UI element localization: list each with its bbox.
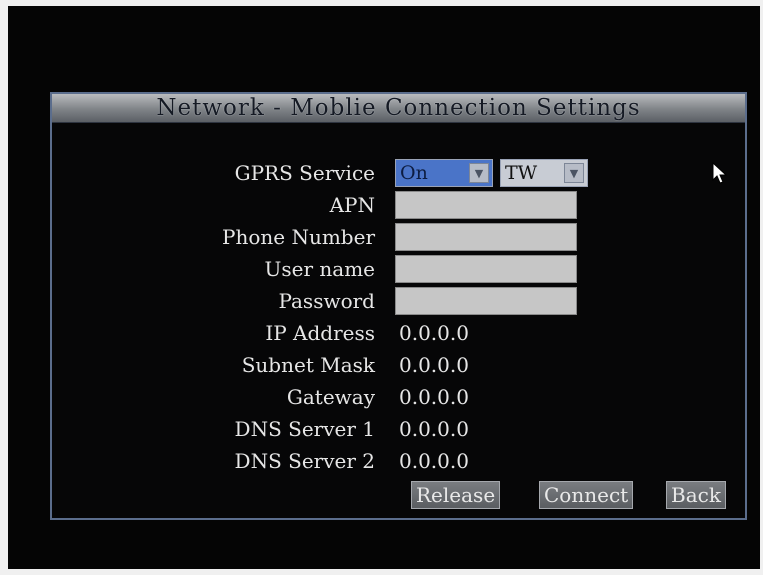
gprs-region-select[interactable]: TW ▼ <box>500 159 588 187</box>
apn-row: APN <box>52 191 745 219</box>
monitor-screen: Network - Moblie Connection Settings GPR… <box>8 6 760 569</box>
gprs-region-value: TW <box>505 162 538 184</box>
user-name-label: User name <box>264 257 375 281</box>
dns-server-1-label: DNS Server 1 <box>234 417 375 441</box>
mobile-connection-dialog: Network - Moblie Connection Settings GPR… <box>50 92 747 520</box>
gprs-service-row: GPRS Service On ▼ TW ▼ <box>52 159 745 187</box>
connect-button[interactable]: Connect <box>539 481 634 509</box>
phone-number-input[interactable] <box>395 223 577 251</box>
dns-server-1-value: 0.0.0.0 <box>399 417 469 441</box>
action-buttons-row: Release Connect Back <box>52 481 745 509</box>
user-name-row: User name <box>52 255 745 283</box>
password-row: Password <box>52 287 745 315</box>
phone-number-row: Phone Number <box>52 223 745 251</box>
phone-number-label: Phone Number <box>222 225 375 249</box>
dialog-title: Network - Moblie Connection Settings <box>156 95 641 121</box>
back-button[interactable]: Back <box>666 481 726 509</box>
gprs-service-value: On <box>400 162 428 184</box>
user-name-input[interactable] <box>395 255 577 283</box>
release-button[interactable]: Release <box>411 481 501 509</box>
password-label: Password <box>278 289 375 313</box>
subnet-mask-row: Subnet Mask 0.0.0.0 <box>52 351 745 379</box>
gateway-value: 0.0.0.0 <box>399 385 469 409</box>
dns-server-2-value: 0.0.0.0 <box>399 449 469 473</box>
dns-server-2-label: DNS Server 2 <box>234 449 375 473</box>
gateway-row: Gateway 0.0.0.0 <box>52 383 745 411</box>
chevron-down-icon: ▼ <box>469 163 489 183</box>
ip-address-row: IP Address 0.0.0.0 <box>52 319 745 347</box>
chevron-down-icon: ▼ <box>564 163 584 183</box>
gateway-label: Gateway <box>286 385 375 409</box>
password-input[interactable] <box>395 287 577 315</box>
subnet-mask-label: Subnet Mask <box>241 353 375 377</box>
gprs-service-select[interactable]: On ▼ <box>395 159 493 187</box>
apn-input[interactable] <box>395 191 577 219</box>
dns-server-1-row: DNS Server 1 0.0.0.0 <box>52 415 745 443</box>
gprs-service-label: GPRS Service <box>234 161 375 185</box>
ip-address-value: 0.0.0.0 <box>399 321 469 345</box>
dialog-titlebar: Network - Moblie Connection Settings <box>52 94 745 123</box>
ip-address-label: IP Address <box>265 321 375 345</box>
apn-label: APN <box>329 193 375 217</box>
dns-server-2-row: DNS Server 2 0.0.0.0 <box>52 447 745 475</box>
subnet-mask-value: 0.0.0.0 <box>399 353 469 377</box>
mouse-pointer-icon <box>712 162 728 184</box>
